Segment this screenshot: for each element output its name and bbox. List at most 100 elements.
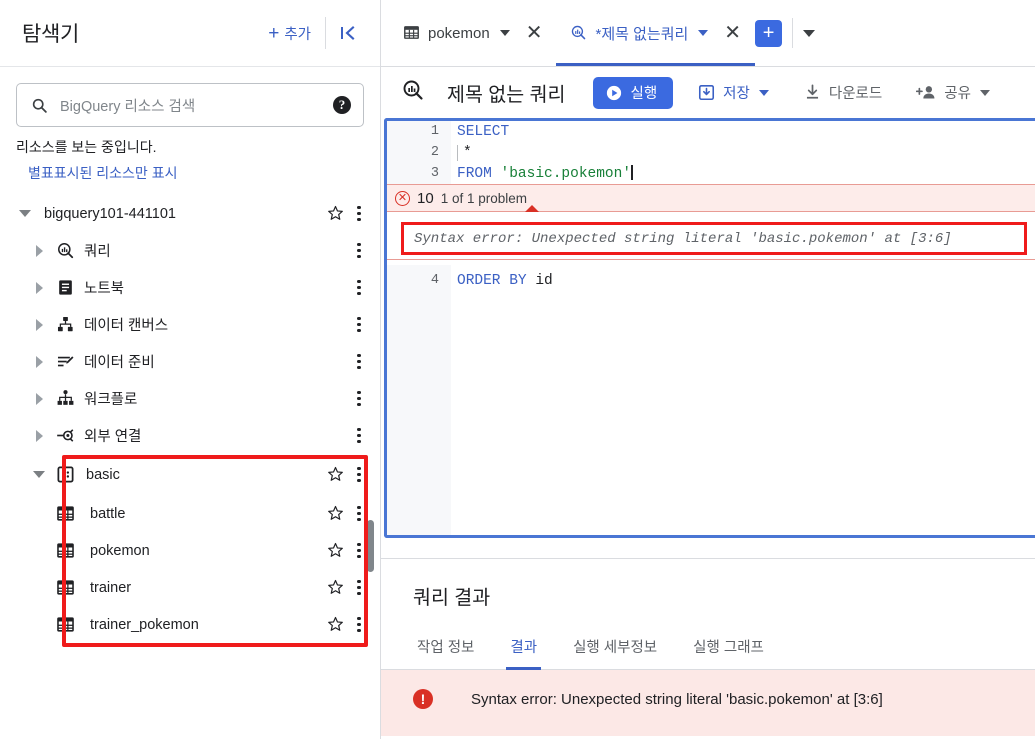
problem-summary-bar[interactable]: ✕ 10 1 of 1 problem xyxy=(387,184,1035,212)
tab-untitled-query[interactable]: *제목 없는쿼리 ✕ xyxy=(556,0,755,66)
expand-toggle[interactable] xyxy=(26,392,52,405)
star-icon[interactable] xyxy=(322,615,348,634)
expand-toggle[interactable] xyxy=(26,318,52,331)
tree-row-query[interactable]: 쿼리 xyxy=(0,232,380,269)
dataset-more-options[interactable] xyxy=(348,466,370,483)
tree-row-table-trainer-pokemon[interactable]: trainer_pokemon xyxy=(0,606,380,643)
tab-job-info[interactable]: 작업 정보 xyxy=(399,626,492,669)
inline-error-message: Syntax error: Unexpected string literal … xyxy=(401,222,1027,255)
explorer-sidebar: 탐색기 + 추가 BigQuery 리소스 검색 ? 리소스를 보는 중입니다.… xyxy=(0,0,381,739)
expand-toggle[interactable] xyxy=(26,244,52,257)
tree-row-external-connection[interactable]: 외부 연결 xyxy=(0,417,380,454)
table-label: trainer_pokemon xyxy=(90,616,199,633)
more-options[interactable] xyxy=(348,353,370,370)
line-number: 3 xyxy=(387,163,451,184)
tree-row-notebook[interactable]: 노트북 xyxy=(0,269,380,306)
tree-row-table-pokemon[interactable]: pokemon xyxy=(0,532,380,569)
expand-toggle[interactable] xyxy=(26,281,52,294)
show-starred-link[interactable]: 별표표시된 리소스만 표시 xyxy=(0,157,380,183)
code-keyword: FROM xyxy=(457,166,492,182)
add-button[interactable]: + 추가 xyxy=(260,17,319,50)
tree-row-workflow[interactable]: 워크플로 xyxy=(0,380,380,417)
download-button[interactable]: 다운로드 xyxy=(793,82,892,103)
header-divider xyxy=(325,17,326,49)
run-button[interactable]: 실행 xyxy=(593,76,674,109)
error-icon: ! xyxy=(413,689,433,709)
collapse-panel-button[interactable] xyxy=(332,19,368,47)
sidebar-scrollbar[interactable] xyxy=(367,520,374,572)
resource-note: 리소스를 보는 중입니다. xyxy=(16,139,157,155)
search-icon xyxy=(32,98,47,113)
more-options[interactable] xyxy=(348,279,370,296)
chevron-down-icon[interactable] xyxy=(758,89,769,96)
star-icon[interactable] xyxy=(322,204,348,223)
tab-bar: pokemon ✕ *제목 없는쿼리 ✕ + xyxy=(381,0,1035,67)
query-title: 제목 없는 쿼리 xyxy=(447,84,566,106)
editor-empty-area[interactable] xyxy=(387,291,1035,535)
sql-editor[interactable]: 1 SELECT 2 * 3 FROM 'basic.pokemon' ✕ 10… xyxy=(384,118,1035,538)
more-options[interactable] xyxy=(348,316,370,333)
more-options[interactable] xyxy=(348,242,370,259)
error-circle-icon: ✕ xyxy=(395,190,410,206)
more-options[interactable] xyxy=(348,427,370,444)
share-button[interactable]: 공유 xyxy=(906,82,1000,103)
close-icon[interactable]: ✕ xyxy=(716,23,749,43)
download-icon xyxy=(806,84,818,99)
search-input[interactable]: BigQuery 리소스 검색 ? xyxy=(16,83,364,127)
save-button[interactable]: 저장 xyxy=(687,82,779,103)
dataset-icon xyxy=(52,465,78,484)
table-more-options[interactable] xyxy=(348,616,370,633)
tab-label: pokemon xyxy=(428,24,490,42)
project-more-options[interactable] xyxy=(348,205,370,222)
sidebar-header: 탐색기 + 추가 xyxy=(0,0,380,67)
code-identifier: id xyxy=(535,272,553,289)
star-icon[interactable] xyxy=(322,504,348,523)
code-text: * xyxy=(457,144,472,161)
workflow-icon xyxy=(52,389,78,408)
tab-execution-graph[interactable]: 실행 그래프 xyxy=(675,626,782,669)
expand-toggle[interactable] xyxy=(26,355,52,368)
tree-row-project[interactable]: bigquery101-441101 xyxy=(0,195,380,232)
chevron-down-icon[interactable] xyxy=(499,30,510,36)
project-expand-toggle[interactable] xyxy=(12,210,38,217)
star-icon[interactable] xyxy=(322,465,348,484)
expand-toggle[interactable] xyxy=(26,429,52,442)
close-icon[interactable]: ✕ xyxy=(518,23,551,43)
table-icon xyxy=(52,578,78,597)
star-icon[interactable] xyxy=(322,541,348,560)
tab-results[interactable]: 결과 xyxy=(492,626,555,670)
tree-label: 노트북 xyxy=(84,281,125,297)
data-preparation-icon xyxy=(52,352,78,371)
dataset-label: basic xyxy=(86,466,120,483)
problem-count: 10 xyxy=(417,189,434,207)
chevron-down-icon[interactable] xyxy=(698,30,709,36)
plus-icon: + xyxy=(762,22,775,44)
chevron-down-icon[interactable] xyxy=(979,89,990,96)
more-options[interactable] xyxy=(348,390,370,407)
table-more-options[interactable] xyxy=(348,579,370,596)
table-icon xyxy=(52,504,78,523)
text-cursor xyxy=(631,165,633,180)
tree-row-dataset-basic[interactable]: basic xyxy=(0,454,380,495)
tree-row-table-battle[interactable]: battle xyxy=(0,495,380,532)
error-pointer-arrow xyxy=(525,205,539,212)
tree-row-data-preparation[interactable]: 데이터 준비 xyxy=(0,343,380,380)
line-number: 1 xyxy=(387,121,451,142)
tree-row-data-canvas[interactable]: 데이터 캔버스 xyxy=(0,306,380,343)
tree-label: 워크플로 xyxy=(84,392,138,408)
code-line-3: 3 FROM 'basic.pokemon' xyxy=(387,163,1035,184)
star-icon[interactable] xyxy=(322,578,348,597)
tab-execution-details[interactable]: 실행 세부정보 xyxy=(555,626,675,669)
play-icon xyxy=(607,85,622,100)
new-tab-button[interactable]: + xyxy=(755,19,783,47)
code-line-1: 1 SELECT xyxy=(387,121,1035,142)
dataset-expand-toggle[interactable] xyxy=(26,471,52,478)
table-more-options[interactable] xyxy=(348,505,370,522)
tab-pokemon[interactable]: pokemon ✕ xyxy=(389,0,556,66)
download-button-label: 다운로드 xyxy=(828,86,883,102)
save-button-label: 저장 xyxy=(723,86,750,102)
table-icon xyxy=(52,541,78,560)
tree-row-table-trainer[interactable]: trainer xyxy=(0,569,380,606)
help-icon[interactable]: ? xyxy=(333,96,351,114)
tab-overflow-button[interactable] xyxy=(803,0,825,66)
